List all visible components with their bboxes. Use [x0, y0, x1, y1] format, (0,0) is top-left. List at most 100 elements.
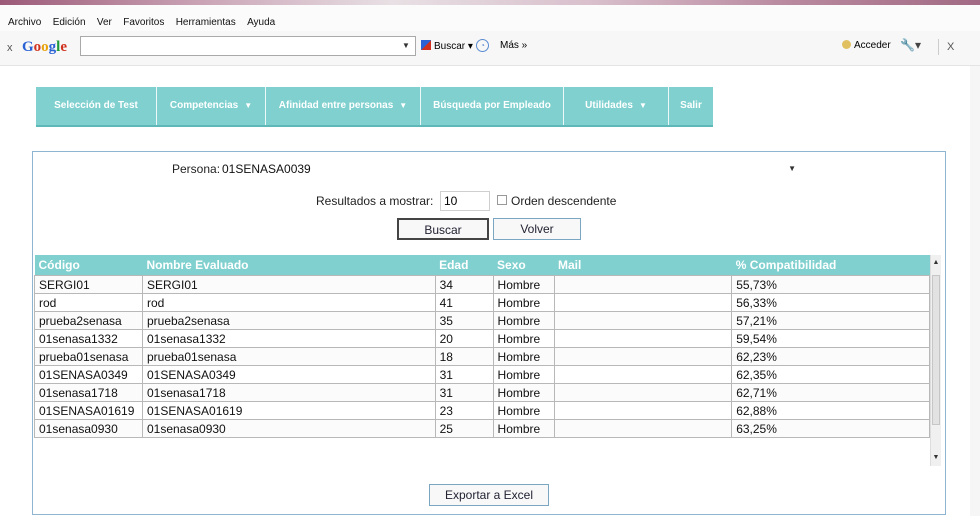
cell-compatibilidad: 57,21%: [731, 311, 930, 330]
cell-compatibilidad: 62,88%: [731, 401, 930, 420]
results-table: Código Nombre Evaluado Edad Sexo Mail % …: [34, 255, 930, 438]
orden-descendente-label: Orden descendente: [511, 194, 617, 208]
cell-nombre: prueba2senasa: [141, 311, 436, 330]
cell-nombre: rod: [141, 293, 436, 312]
menu-archivo[interactable]: Archivo: [8, 17, 41, 28]
menu-edicion[interactable]: Edición: [53, 17, 86, 28]
chevron-down-icon: ▼: [244, 101, 253, 110]
scroll-down-icon[interactable]: ▼: [931, 452, 941, 464]
table-row[interactable]: prueba2senasa prueba2senasa 35 Hombre 57,21%: [34, 311, 930, 330]
cell-compatibilidad: 62,23%: [731, 347, 930, 366]
cell-mail: [553, 311, 733, 330]
cell-nombre: 01SENASA01619: [141, 401, 436, 420]
column-header-codigo[interactable]: Código: [34, 255, 143, 276]
table-header-row: Código Nombre Evaluado Edad Sexo Mail % …: [34, 255, 930, 276]
menu-ver[interactable]: Ver: [97, 17, 112, 28]
buscar-button[interactable]: Buscar: [397, 218, 489, 240]
cell-mail: [553, 383, 733, 402]
persona-select[interactable]: 01SENASA0039 ▼: [222, 159, 802, 179]
cell-nombre: 01senasa1332: [141, 329, 436, 348]
nav-salir[interactable]: Salir: [669, 87, 713, 125]
scroll-up-icon[interactable]: ▲: [931, 257, 941, 269]
window-right-edge: [970, 66, 980, 516]
buscar-toolbar-button[interactable]: Buscar ▾: [421, 40, 473, 52]
toolbar-close-right-icon[interactable]: X: [947, 41, 954, 53]
wrench-icon[interactable]: 🔧▾: [900, 38, 921, 52]
table-row[interactable]: prueba01senasa prueba01senasa 18 Hombre 62,2…: [34, 347, 930, 366]
cell-sexo: Hombre: [492, 293, 555, 312]
cell-sexo: Hombre: [492, 419, 555, 438]
cell-compatibilidad: 59,54%: [731, 329, 930, 348]
cell-sexo: Hombre: [492, 311, 555, 330]
nav-busqueda-empleado[interactable]: Búsqueda por Empleado: [421, 87, 563, 125]
exportar-excel-button[interactable]: Exportar a Excel: [429, 484, 549, 506]
nav-utilidades[interactable]: Utilidades ▼: [564, 87, 668, 125]
chevron-down-icon: ▼: [788, 164, 796, 173]
google-search-input[interactable]: [80, 36, 416, 56]
mas-button[interactable]: Más »: [500, 40, 527, 51]
cell-compatibilidad: 62,71%: [731, 383, 930, 402]
table-row[interactable]: 01senasa1332 01senasa1332 20 Hombre 59,54%: [34, 329, 930, 348]
volver-button[interactable]: Volver: [493, 218, 581, 240]
resultados-label: Resultados a mostrar:: [316, 194, 434, 208]
cell-mail: [553, 419, 733, 438]
cell-sexo: Hombre: [492, 329, 555, 348]
cell-edad: 31: [434, 383, 494, 402]
persona-value: 01SENASA0039: [222, 162, 311, 176]
browser-menubar: Archivo Edición Ver Favoritos Herramient…: [0, 5, 980, 31]
cell-sexo: Hombre: [492, 383, 555, 402]
cell-codigo: SERGI01: [34, 275, 143, 294]
cell-codigo: prueba2senasa: [34, 311, 143, 330]
cell-compatibilidad: 63,25%: [731, 419, 930, 438]
pagerank-icon[interactable]: ◔: [476, 39, 489, 52]
cell-codigo: 01SENASA0349: [34, 365, 143, 384]
table-row[interactable]: SERGI01 SERGI01 34 Hombre 55,73%: [34, 275, 930, 294]
table-row[interactable]: 01senasa0930 01senasa0930 25 Hombre 63,25%: [34, 419, 930, 438]
cell-nombre: 01SENASA0349: [141, 365, 436, 384]
cell-edad: 41: [434, 293, 494, 312]
column-header-compatibilidad[interactable]: % Compatibilidad: [731, 255, 930, 276]
scroll-thumb[interactable]: [932, 275, 940, 425]
cell-sexo: Hombre: [492, 401, 555, 420]
table-row[interactable]: 01SENASA01619 01SENASA01619 23 Hombre 62,88%: [34, 401, 930, 420]
nav-competencias[interactable]: Competencias ▼: [157, 87, 265, 125]
acceder-button[interactable]: Acceder: [842, 40, 891, 51]
google-toolbar: x Google ▼ Buscar ▾ ◔ Más » Acceder 🔧▾ X: [0, 31, 980, 66]
cell-compatibilidad: 62,35%: [731, 365, 930, 384]
cell-codigo: 01senasa0930: [34, 419, 143, 438]
cell-nombre: 01senasa0930: [141, 419, 436, 438]
column-header-edad[interactable]: Edad: [435, 255, 494, 276]
table-row[interactable]: 01senasa1718 01senasa1718 31 Hombre 62,71%: [34, 383, 930, 402]
orden-descendente-checkbox[interactable]: [497, 195, 507, 205]
persona-label: Persona:: [172, 162, 221, 176]
cell-edad: 25: [434, 419, 494, 438]
search-dropdown-icon[interactable]: ▼: [402, 41, 410, 50]
google-logo: Google: [22, 39, 68, 55]
resultados-input[interactable]: 10: [440, 191, 490, 211]
cell-codigo: prueba01senasa: [34, 347, 143, 366]
column-header-nombre[interactable]: Nombre Evaluado: [142, 255, 436, 276]
chevron-down-icon: ▼: [399, 101, 408, 110]
toolbar-close-icon[interactable]: x: [7, 42, 13, 54]
cell-mail: [553, 365, 733, 384]
column-header-sexo[interactable]: Sexo: [493, 255, 554, 276]
user-icon: [842, 40, 851, 49]
nav-seleccion-test[interactable]: Selección de Test: [36, 87, 156, 125]
menu-favoritos[interactable]: Favoritos: [123, 17, 164, 28]
cell-mail: [553, 347, 733, 366]
menu-ayuda[interactable]: Ayuda: [247, 17, 275, 28]
table-scrollbar[interactable]: ▲ ▼: [930, 255, 941, 466]
google-search-icon: [421, 40, 431, 50]
cell-edad: 20: [434, 329, 494, 348]
table-row[interactable]: 01SENASA0349 01SENASA0349 31 Hombre 62,35%: [34, 365, 930, 384]
cell-compatibilidad: 56,33%: [731, 293, 930, 312]
cell-codigo: 01senasa1718: [34, 383, 143, 402]
cell-mail: [553, 275, 733, 294]
cell-sexo: Hombre: [492, 347, 555, 366]
nav-afinidad[interactable]: Afinidad entre personas ▼: [266, 87, 420, 125]
cell-edad: 31: [434, 365, 494, 384]
table-row[interactable]: rod rod 41 Hombre 56,33%: [34, 293, 930, 312]
menu-herramientas[interactable]: Herramientas: [176, 17, 236, 28]
cell-mail: [553, 293, 733, 312]
column-header-mail[interactable]: Mail: [554, 255, 732, 276]
